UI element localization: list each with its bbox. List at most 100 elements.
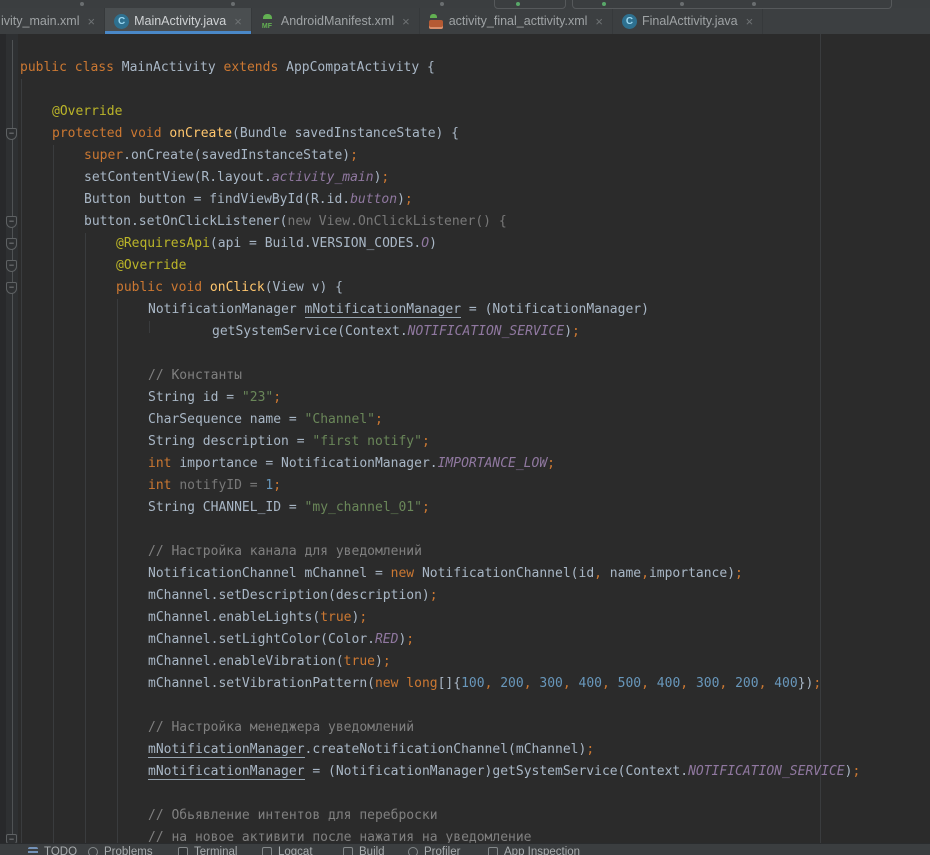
problems-icon — [88, 847, 98, 855]
code-token: @RequiresApi — [116, 236, 210, 251]
tool-window-button-Terminal[interactable]: Terminal — [178, 846, 237, 855]
code-token: NOTIFICATION_SERVICE — [688, 764, 845, 779]
code-token: mChannel.setLightColor(Color. — [148, 632, 375, 647]
code-token: mNotificationManager — [148, 742, 305, 758]
tool-window-button-Logcat[interactable]: Logcat — [262, 846, 313, 855]
manifest-icon: MF — [261, 14, 276, 29]
code-line: int importance = NotificationManager.IMP… — [0, 453, 930, 475]
run-icon[interactable] — [516, 2, 520, 6]
code-token: , — [680, 676, 688, 691]
code-line: int notifyID = 1; — [0, 475, 930, 497]
code-line: // Константы — [0, 365, 930, 387]
fold-icon[interactable]: − — [6, 216, 17, 228]
code-token: (api = Build.VERSION_CODES. — [210, 236, 421, 251]
android-studio-window: { "tab_bar": { "close_glyph": "×", "mani… — [0, 0, 930, 855]
code-token — [727, 676, 735, 691]
tab-MainActivity.java[interactable]: CMainActivity.java× — [105, 8, 252, 34]
tool-window-label: TODO — [44, 846, 77, 855]
code-line: mNotificationManager = (NotificationMana… — [0, 761, 930, 783]
close-icon[interactable]: × — [402, 15, 410, 28]
code-token: ; — [359, 610, 367, 625]
tab-activity_final_acttivity.xml[interactable]: activity_final_acttivity.xml × — [420, 8, 613, 34]
tab-label: FinalActtivity.java — [642, 14, 738, 28]
code-token: , — [602, 676, 610, 691]
tool-window-button-Profiler[interactable]: Profiler — [408, 846, 460, 855]
code-token: "first notify" — [312, 434, 422, 449]
code-line: mChannel.enableLights(true); — [0, 607, 930, 629]
code-token: ) — [429, 236, 437, 251]
code-line: mChannel.setDescription(description); — [0, 585, 930, 607]
code-line: super.onCreate(savedInstanceState); — [0, 145, 930, 167]
code-line — [0, 79, 930, 101]
code-token: 300 — [696, 676, 719, 691]
code-token: ; — [852, 764, 860, 779]
code-token: ; — [375, 412, 383, 427]
tool-window-button-TODO[interactable]: TODO — [28, 846, 77, 855]
close-icon[interactable]: × — [746, 15, 754, 28]
code-line: public class MainActivity extends AppCom… — [0, 57, 930, 79]
toolbar-icon[interactable] — [680, 2, 684, 6]
close-icon[interactable]: × — [595, 15, 603, 28]
tab-AndroidManifest.xml[interactable]: MFAndroidManifest.xml× — [252, 8, 420, 34]
tool-window-label: Problems — [104, 846, 153, 855]
code-token: getSystemService(Context. — [212, 324, 408, 339]
layout-xml-icon — [429, 14, 444, 29]
fold-icon[interactable]: − — [6, 282, 17, 294]
code-token: ; — [430, 588, 438, 603]
code-token: activity_main — [272, 170, 374, 185]
code-token: 300 — [539, 676, 562, 691]
run-toolbar-button-group[interactable] — [572, 0, 892, 9]
code-token: ; — [383, 654, 391, 669]
code-token: 400 — [774, 676, 797, 691]
code-line: CharSequence name = "Channel"; — [0, 409, 930, 431]
code-token: notifyID = — [179, 478, 265, 493]
code-token: IMPORTANCE_LOW — [438, 456, 548, 471]
toolbar-icon[interactable] — [752, 2, 756, 6]
tab-FinalActtivity.java[interactable]: CFinalActtivity.java× — [613, 8, 763, 34]
tool-window-button-Build[interactable]: Build — [343, 846, 385, 855]
code-token: RED — [375, 632, 398, 647]
code-token: NotificationChannel(id — [422, 566, 594, 581]
toolbar-dot — [231, 2, 235, 6]
code-line: String CHANNEL_ID = "my_channel_01"; — [0, 497, 930, 519]
code-line — [0, 783, 930, 805]
code-token: (Bundle savedInstanceState) { — [232, 126, 459, 141]
terminal-icon — [178, 847, 188, 855]
code-line: String id = "23"; — [0, 387, 930, 409]
fold-icon[interactable]: − — [6, 834, 17, 843]
code-line: mNotificationManager.createNotificationC… — [0, 739, 930, 761]
close-icon[interactable]: × — [88, 15, 96, 28]
code-line: // на новое активити после нажатия на ув… — [0, 827, 930, 843]
code-line: mChannel.setLightColor(Color.RED); — [0, 629, 930, 651]
code-token: @Override — [116, 258, 186, 273]
tab-label: activity_final_acttivity.xml — [449, 14, 588, 28]
fold-icon[interactable]: − — [6, 238, 17, 250]
code-line: // Настройка канала для уведомлений — [0, 541, 930, 563]
code-line: getSystemService(Context.NOTIFICATION_SE… — [0, 321, 930, 343]
tool-window-label: Logcat — [278, 846, 313, 855]
code-editor[interactable]: public class MainActivity extends AppCom… — [0, 34, 930, 843]
code-token: NotificationManager — [148, 302, 305, 317]
tool-window-button-Problems[interactable]: Problems — [88, 846, 153, 855]
code-token: (View v) { — [265, 280, 343, 295]
code-token: .createNotificationChannel(mChannel) — [305, 742, 587, 757]
code-token — [610, 676, 618, 691]
close-icon[interactable]: × — [234, 15, 242, 28]
tab-ivity_main.xml[interactable]: ivity_main.xml× — [0, 8, 105, 34]
code-line: @RequiresApi(api = Build.VERSION_CODES.O… — [0, 233, 930, 255]
code-token: int — [148, 456, 179, 471]
code-token: Button button = findViewById(R.id. — [84, 192, 350, 207]
code-token: MainActivity — [122, 60, 224, 75]
fold-icon[interactable]: − — [6, 260, 17, 272]
code-token: String id = — [148, 390, 242, 405]
debug-icon[interactable] — [602, 2, 606, 6]
code-token: ) — [397, 192, 405, 207]
fold-icon[interactable]: − — [6, 128, 17, 140]
code-token: "my_channel_01" — [305, 500, 422, 515]
tab-label: MainActivity.java — [134, 14, 226, 28]
code-token: 500 — [618, 676, 641, 691]
code-line: // Настройка менеджера уведомлений — [0, 717, 930, 739]
run-config-button-group[interactable] — [494, 0, 566, 9]
code-token: // Настройка менеджера уведомлений — [148, 720, 414, 735]
tool-window-button-App Inspection[interactable]: App Inspection — [488, 846, 580, 855]
